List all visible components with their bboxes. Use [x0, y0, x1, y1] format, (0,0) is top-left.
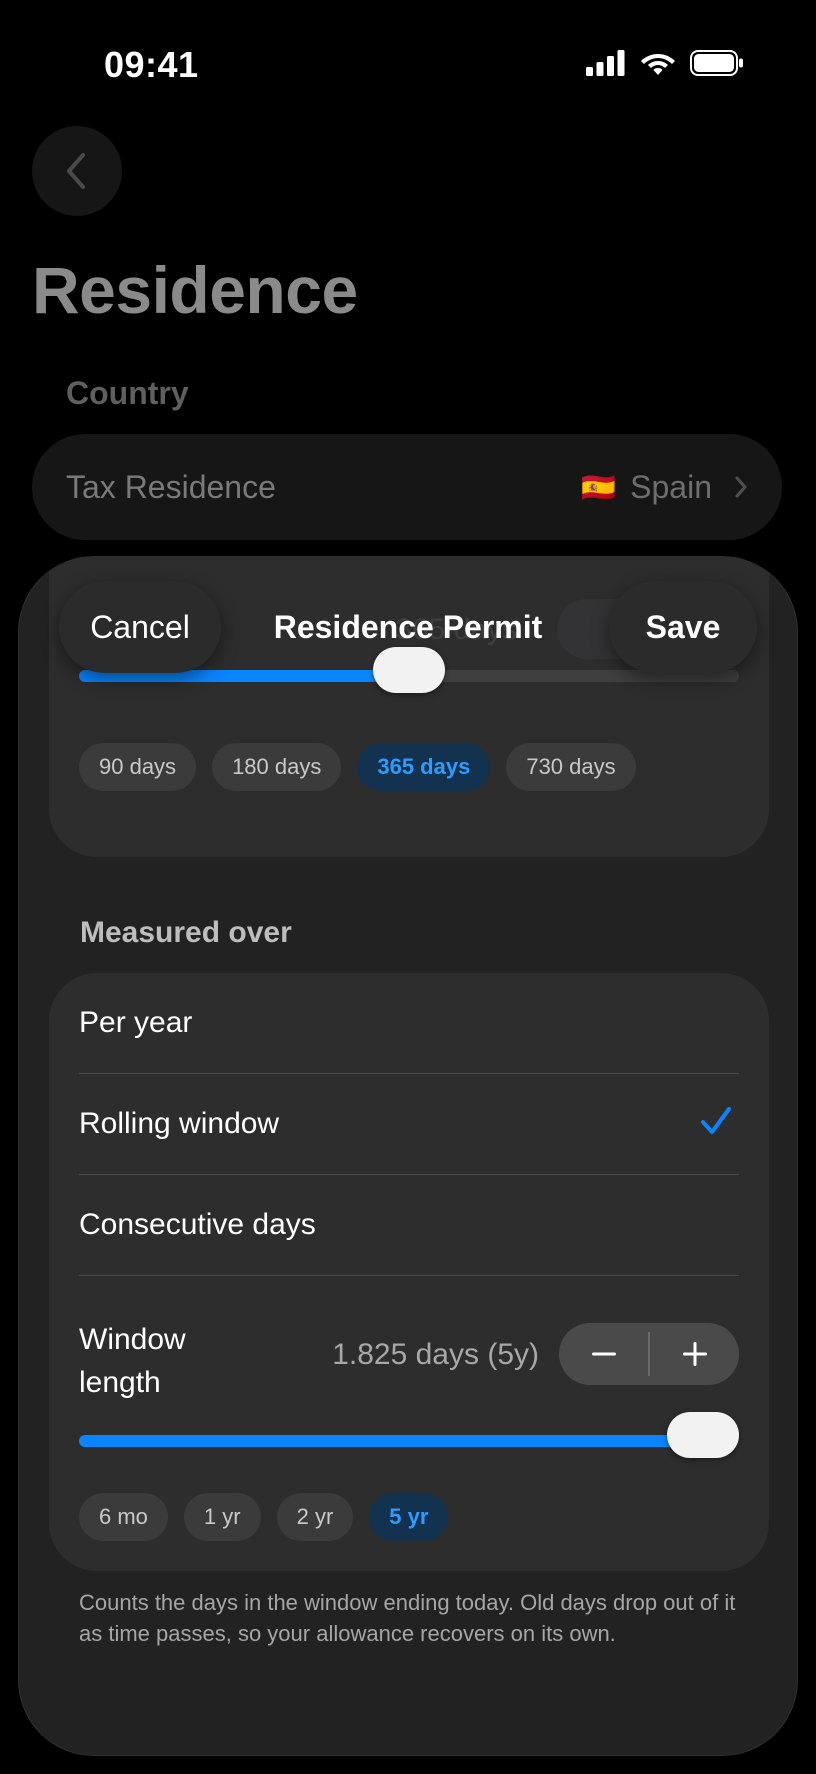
footer-note: Counts the days in the window ending tod…: [79, 1590, 736, 1646]
back-button[interactable]: [32, 126, 122, 216]
option-rolling-window[interactable]: Rolling window: [79, 1074, 739, 1174]
decrement-button[interactable]: [559, 1323, 648, 1385]
window-length-label-line: Window: [79, 1323, 186, 1356]
duration-slider-thumb[interactable]: [373, 647, 445, 693]
spain-flag-icon: 🇪🇸: [581, 471, 617, 503]
option-label: Consecutive days: [79, 1208, 316, 1241]
section-label-country: Country: [66, 375, 189, 411]
section-label-measured-over: Measured over: [80, 916, 292, 949]
window-length-presets: 6 mo 1 yr 2 yr 5 yr: [79, 1493, 449, 1541]
duration-preset-chip[interactable]: 365 days: [357, 743, 491, 791]
chevron-right-icon: [735, 476, 747, 498]
save-button[interactable]: Save: [609, 581, 757, 673]
divider: [79, 1275, 739, 1276]
measured-over-card: Per year Rolling window Consecutive days…: [49, 973, 769, 1571]
window-preset-chip[interactable]: 2 yr: [276, 1493, 354, 1541]
screen: 09:41 Residence Country Tax Residence 🇪🇸…: [0, 0, 816, 1774]
duration-preset-chip[interactable]: 90 days: [79, 743, 197, 791]
window-length-label: Window length: [79, 1318, 186, 1404]
window-length-stepper: [559, 1323, 739, 1385]
window-length-label-line: length: [79, 1366, 161, 1399]
plus-icon: [682, 1342, 707, 1366]
window-preset-chip[interactable]: 6 mo: [79, 1493, 168, 1541]
tax-residence-row[interactable]: Tax Residence 🇪🇸 Spain: [32, 434, 782, 540]
duration-preset-chip[interactable]: 180 days: [212, 743, 342, 791]
increment-button[interactable]: [650, 1323, 739, 1385]
tax-residence-value: Spain: [630, 468, 712, 505]
window-length-slider-thumb[interactable]: [667, 1412, 739, 1458]
page-title: Residence: [32, 253, 358, 327]
option-consecutive-days[interactable]: Consecutive days: [79, 1175, 739, 1275]
minus-icon: [591, 1352, 616, 1356]
window-length-value: 1.825 days (5y): [332, 1338, 539, 1371]
window-preset-chip[interactable]: 5 yr: [369, 1493, 449, 1541]
tax-residence-label: Tax Residence: [66, 468, 276, 505]
window-length-slider[interactable]: [79, 1412, 739, 1458]
residence-permit-sheet: 365 days 90 days 180 days 365 days 730 d…: [18, 556, 798, 1756]
option-label: Rolling window: [79, 1107, 280, 1140]
option-per-year[interactable]: Per year: [79, 973, 739, 1073]
checkmark-icon: [701, 1107, 731, 1134]
duration-presets: 90 days 180 days 365 days 730 days: [79, 743, 636, 791]
window-length-slider-fill: [79, 1435, 703, 1447]
window-preset-chip[interactable]: 1 yr: [183, 1493, 261, 1541]
chevron-left-icon: [67, 153, 85, 189]
duration-preset-chip[interactable]: 730 days: [506, 743, 636, 791]
option-label: Per year: [79, 1006, 193, 1039]
